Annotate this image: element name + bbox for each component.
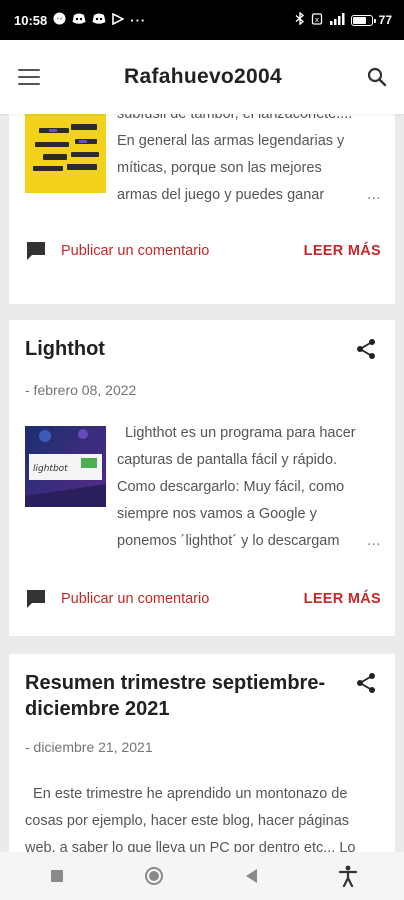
snippet-line: míticas, porque son las mejores [117, 160, 322, 176]
snippet-line: Lighthot es un programa para hacer [117, 425, 356, 441]
signal-icon [329, 12, 345, 28]
snippet-line: armas del juego y puedes ganar … [117, 182, 381, 209]
svg-text:lightbot: lightbot [33, 464, 68, 474]
snippet-line: web, a saber lo que lleva un PC por dent… [25, 840, 356, 852]
snippet-line: siempre nos vamos a Google y [117, 506, 317, 522]
post-thumbnail[interactable] [25, 114, 106, 193]
app-bar: Rafahuevo2004 [0, 40, 404, 114]
post-title[interactable]: Lighthot [25, 336, 105, 362]
post-comment-link[interactable]: Publicar un comentario [61, 243, 209, 259]
post-footer: Publicar un comentario LEER MÁS [25, 240, 381, 262]
alarm-icon: x [311, 12, 323, 28]
post-feed: subfusil de tambor, el lanzacohete.... E… [0, 114, 404, 852]
snippet-line-text: armas del juego y puedes ganar [117, 187, 325, 203]
comment-icon[interactable] [25, 588, 47, 610]
back-button[interactable] [231, 856, 271, 896]
discord-icon [92, 13, 106, 28]
snippet-line: En general las armas legendarias y [117, 133, 345, 149]
home-button[interactable] [134, 856, 174, 896]
post-title-line: Resumen trimestre septiembre- [25, 672, 326, 694]
post-footer: Publicar un comentario LEER MÁS [25, 588, 381, 610]
post-title-line: diciembre 2021 [25, 698, 170, 720]
snippet-line: capturas de pantalla fácil y rápido. [117, 452, 338, 468]
snippet-line: cosas por ejemplo, hacer este blog, hace… [25, 813, 350, 829]
snippet-line: Como descargarlo: Muy fácil, como [117, 479, 345, 495]
post-title[interactable]: Resumen trimestre septiembre- diciembre … [25, 670, 345, 722]
comment-icon[interactable] [25, 240, 47, 262]
post-snippet: Lighthot es un programa para hacer captu… [117, 420, 381, 555]
play-icon [112, 12, 126, 28]
accessibility-icon[interactable] [328, 856, 368, 896]
snippet-line: En este trimestre he aprendido un monton… [25, 786, 348, 802]
post-thumbnail[interactable]: lightbot [25, 426, 106, 507]
snippet-line: ponemos ´lighthot´ y lo descargam … [117, 528, 381, 555]
battery-icon [350, 14, 376, 26]
post-snippet: subfusil de tambor, el lanzacohete.... E… [117, 114, 381, 209]
snippet-line-text: ponemos ´lighthot´ y lo descargam [117, 533, 340, 549]
ellipsis: … [366, 187, 382, 203]
snippet-line: subfusil de tambor, el lanzacohete.... [117, 114, 353, 122]
system-nav-bar [0, 852, 404, 900]
discord-icon [72, 13, 86, 28]
status-bar: 10:58 ··· x 77 [0, 0, 404, 40]
post-card: subfusil de tambor, el lanzacohete.... E… [9, 114, 395, 304]
post-card: Lighthot - febrero 08, 2022 lightbot Lig… [9, 320, 395, 636]
battery-percent: 77 [378, 13, 392, 27]
ellipsis: … [366, 533, 382, 549]
blog-title[interactable]: Rafahuevo2004 [124, 65, 282, 89]
recents-button[interactable] [37, 856, 77, 896]
post-card: Resumen trimestre septiembre- diciembre … [9, 654, 395, 852]
post-snippet: En este trimestre he aprendido un monton… [25, 781, 381, 852]
svg-text:x: x [315, 16, 319, 24]
more-notifications: ··· [130, 12, 147, 28]
post-date: - diciembre 21, 2021 [25, 739, 153, 755]
read-more-button[interactable]: LEER MÁS [304, 591, 381, 607]
post-date: - febrero 08, 2022 [25, 382, 137, 398]
status-time: 10:58 [14, 12, 48, 28]
share-icon[interactable] [355, 672, 377, 694]
read-more-button[interactable]: LEER MÁS [304, 243, 381, 259]
messenger-icon [53, 12, 66, 28]
share-icon[interactable] [355, 338, 377, 360]
bluetooth-icon [295, 11, 305, 28]
menu-icon[interactable] [18, 69, 40, 85]
search-icon[interactable] [366, 66, 388, 88]
post-comment-link[interactable]: Publicar un comentario [61, 591, 209, 607]
